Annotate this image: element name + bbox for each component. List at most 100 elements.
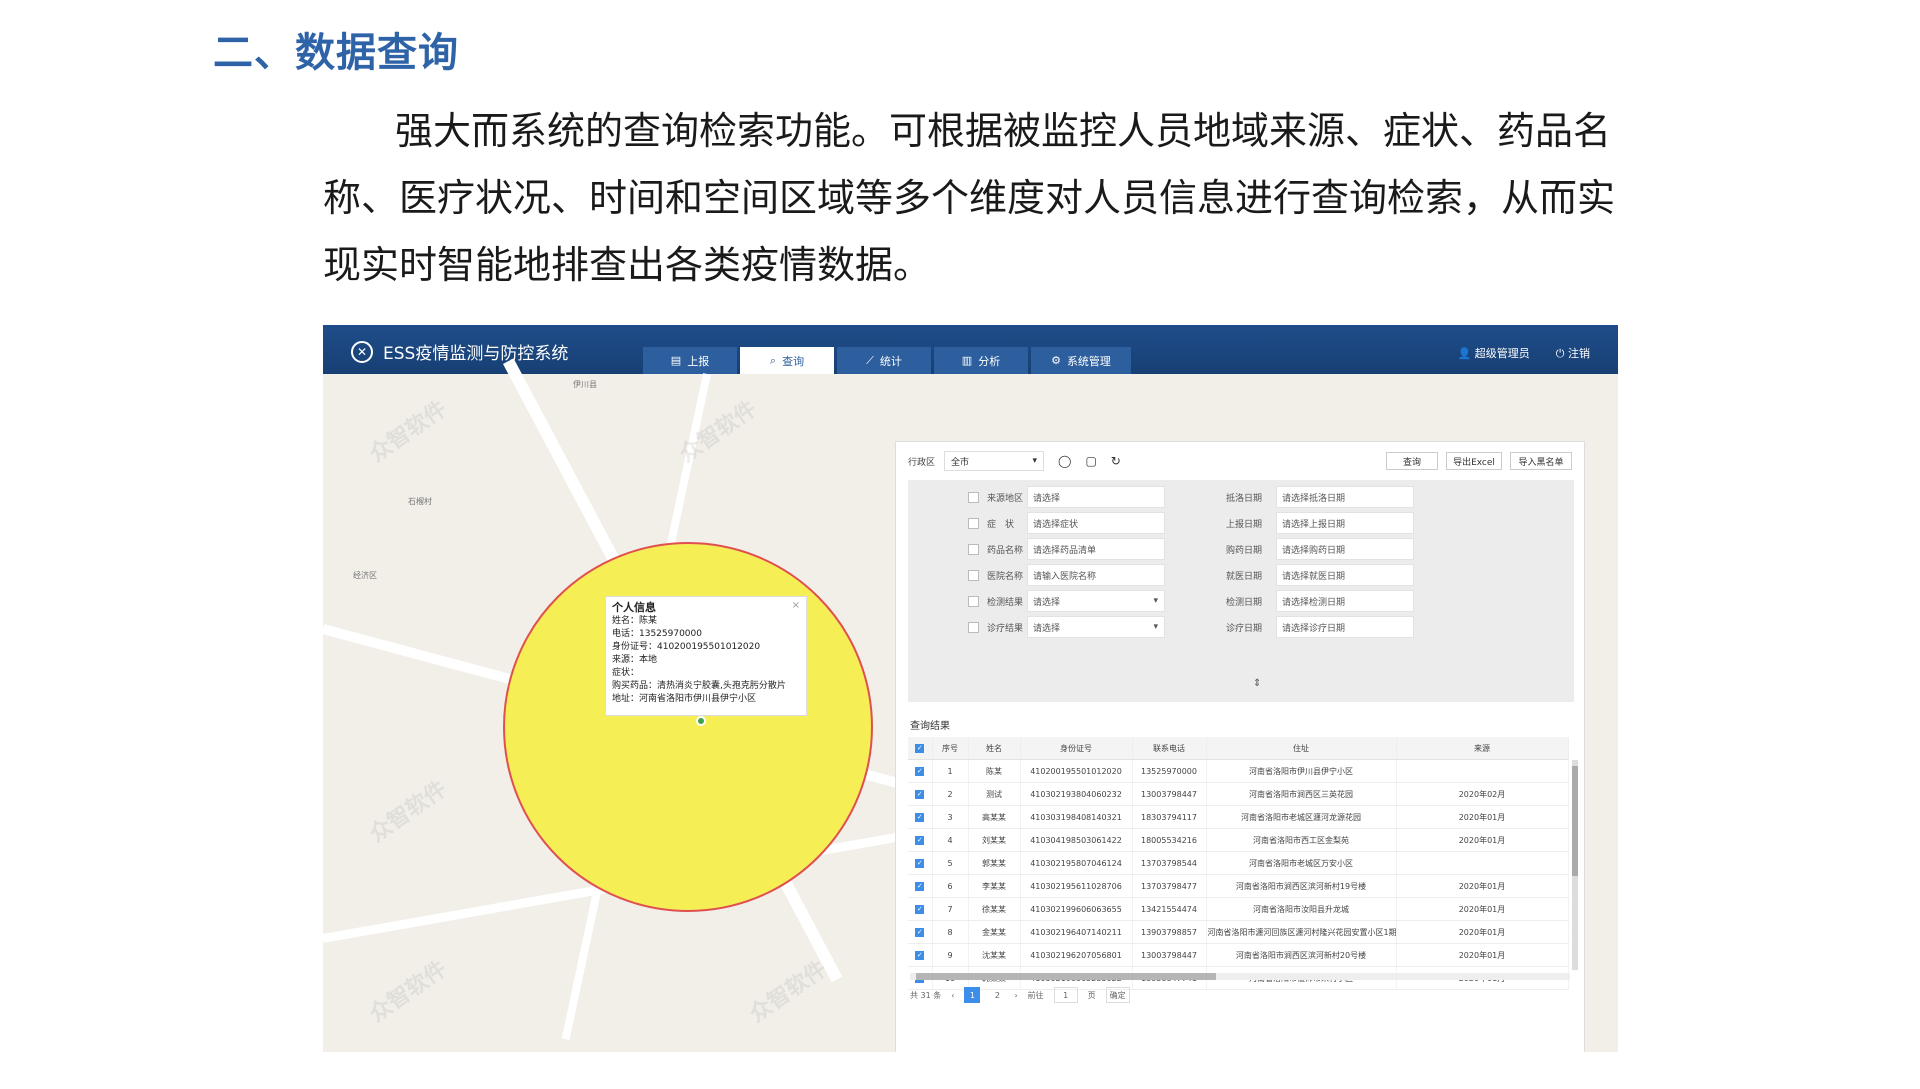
row-checkbox[interactable]: ✓ — [908, 828, 933, 852]
page-2-button[interactable]: 2 — [990, 988, 1004, 1002]
filter-row: 检测日期 请选择检测日期 — [1226, 590, 1414, 612]
table-cell: 4 — [932, 828, 969, 852]
user-menu[interactable]: 👤 超级管理员 — [1458, 345, 1530, 361]
popup-line: 电话：13525970000 — [612, 629, 702, 639]
filter-checkbox[interactable] — [968, 621, 979, 633]
tab-statistics[interactable]: ⟋ 统计 — [837, 347, 931, 374]
filter-checkbox[interactable] — [968, 595, 979, 607]
map-view[interactable]: 石榴村 伊川县 经济区 众智软件 众智软件 众智软件 众智软件 众智软件 个人信… — [323, 358, 1618, 1052]
report-date-field[interactable]: 请选择上报日期 — [1276, 512, 1414, 534]
user-area: 👤 超级管理员 ⏻ 注销 — [1458, 345, 1590, 361]
export-excel-button[interactable]: 导出Excel — [1446, 452, 1502, 470]
table-row[interactable]: ✓ 7 徐某某 410302199606063655 13421554474 河南省洛阳市… — [908, 897, 1569, 921]
table-cell: 13525970000 — [1132, 759, 1207, 783]
query-button[interactable]: 查询 — [1386, 452, 1438, 470]
hospital-name-field[interactable]: 请输入医院名称 — [1027, 564, 1165, 586]
field-placeholder: 请选择症状 — [1033, 519, 1079, 530]
table-cell: 13421554474 — [1132, 897, 1207, 921]
column-header: 联系电话 — [1132, 737, 1207, 760]
purchase-date-field[interactable]: 请选择购药日期 — [1276, 538, 1414, 560]
field-placeholder: 请输入医院名称 — [1033, 571, 1097, 582]
row-checkbox[interactable]: ✓ — [908, 851, 933, 875]
drug-name-field[interactable]: 请选择药品清单 — [1027, 538, 1165, 560]
filter-row: 药品名称 请选择药品清单 — [968, 538, 1165, 560]
table-cell: 18005534216 — [1132, 828, 1207, 852]
table-row[interactable]: ✓ 3 高某某 410303198408140321 18303794117 河南省洛阳市… — [908, 805, 1569, 829]
table-row[interactable]: ✓ 4 刘某某 410304198503061422 18005534216 河南省洛阳市… — [908, 828, 1569, 852]
table-row[interactable]: ✓ 6 李某某 410302195611028706 13703798477 河南省洛阳市… — [908, 874, 1569, 898]
close-icon[interactable]: × — [792, 599, 800, 612]
tab-label: 分析 — [978, 354, 1001, 368]
table-cell: 2020年02月 — [1396, 782, 1569, 806]
popup-line: 来源：本地 — [612, 655, 658, 665]
rect-select-icon[interactable]: ▢ — [1085, 454, 1096, 468]
filter-checkbox[interactable] — [968, 491, 979, 503]
filter-checkbox[interactable] — [968, 569, 979, 581]
cogs-icon: ⚙ — [1051, 354, 1061, 367]
table-row[interactable]: ✓ 8 金某某 410302196407140211 13903798857 河南省洛阳市… — [908, 920, 1569, 944]
row-checkbox[interactable]: ✓ — [908, 920, 933, 944]
select-all-checkbox[interactable]: ✓ — [908, 737, 933, 760]
watermark: 众智软件 — [745, 956, 832, 1028]
goto-confirm-button[interactable]: 确定 — [1105, 987, 1130, 1003]
logout-button[interactable]: ⏻ 注销 — [1556, 345, 1590, 361]
tab-query[interactable]: ⌕ 查询 — [740, 347, 834, 374]
tab-label: 查询 — [782, 354, 805, 368]
source-region-field[interactable]: 请选择 — [1027, 486, 1165, 508]
table-cell: 13003798447 — [1132, 943, 1207, 967]
region-value: 全市 — [951, 457, 970, 468]
row-checkbox[interactable]: ✓ — [908, 782, 933, 806]
filter-checkbox[interactable] — [968, 517, 979, 529]
filter-checkbox[interactable] — [968, 543, 979, 555]
test-result-select[interactable]: 请选择 ▾ — [1027, 590, 1165, 612]
table-cell: 河南省洛阳市汝阳县升龙城 — [1206, 897, 1397, 921]
field-placeholder: 请选择 — [1033, 493, 1061, 504]
visit-date-field[interactable]: 请选择就医日期 — [1276, 564, 1414, 586]
popup-line: 身份证号：410200195501012020 — [612, 642, 761, 652]
table-cell: 徐某某 — [968, 897, 1021, 921]
popup-line: 姓名：陈某 — [612, 616, 658, 626]
chevron-down-icon: ▾ — [1153, 596, 1158, 606]
clear-select-icon[interactable]: ↻ — [1111, 454, 1121, 468]
row-checkbox[interactable]: ✓ — [908, 874, 933, 898]
region-select[interactable]: 全市 ▾ — [944, 451, 1044, 471]
diagnosis-result-select[interactable]: 请选择 ▾ — [1027, 616, 1165, 638]
arrival-date-field[interactable]: 请选择抵洛日期 — [1276, 486, 1414, 508]
table-cell — [1396, 759, 1569, 783]
tab-analysis[interactable]: ▥ 分析 — [934, 347, 1028, 374]
row-checkbox[interactable]: ✓ — [908, 805, 933, 829]
table-row[interactable]: ✓ 2 测试 410302193804060232 13003798447 河南省洛阳市涧… — [908, 782, 1569, 806]
import-blacklist-button[interactable]: 导入黑名单 — [1510, 452, 1572, 470]
expand-toggle-icon[interactable]: ⇕ — [1253, 678, 1261, 689]
filter-row: 就医日期 请选择就医日期 — [1226, 564, 1414, 586]
tab-system-admin[interactable]: ⚙ 系统管理 — [1031, 347, 1131, 374]
symptom-field[interactable]: 请选择症状 — [1027, 512, 1165, 534]
table-cell: 河南省洛阳市老城区万安小区 — [1206, 851, 1397, 875]
diagnosis-date-field[interactable]: 请选择诊疗日期 — [1276, 616, 1414, 638]
test-date-field[interactable]: 请选择检测日期 — [1276, 590, 1414, 612]
row-checkbox[interactable]: ✓ — [908, 943, 933, 967]
vertical-scrollbar[interactable] — [1572, 760, 1578, 970]
prev-page-icon[interactable]: ‹ — [951, 991, 954, 1000]
file-icon: ▤ — [670, 354, 682, 367]
page-1-button[interactable]: 1 — [964, 987, 981, 1003]
query-panel: 行政区 全市 ▾ ◯ ▢ ↻ 查询 导出Excel 导入黑名单 来源地区 请选择 症… — [895, 441, 1585, 1052]
tab-report[interactable]: ▤ 上报 — [643, 347, 737, 374]
row-checkbox[interactable]: ✓ — [908, 897, 933, 921]
table-row[interactable]: ✓ 5 郭某某 410302195807046124 13703798544 河南省洛阳市… — [908, 851, 1569, 875]
scroll-thumb[interactable] — [1572, 766, 1578, 876]
next-page-icon[interactable]: › — [1014, 991, 1017, 1000]
table-cell: 410302196207056801 — [1020, 943, 1133, 967]
row-checkbox[interactable]: ✓ — [908, 759, 933, 783]
table-cell: 刘某某 — [968, 828, 1021, 852]
horizontal-scrollbar[interactable] — [910, 973, 1570, 980]
filter-row: 医院名称 请输入医院名称 — [968, 564, 1165, 586]
goto-page-input[interactable]: 1 — [1053, 987, 1078, 1003]
scroll-thumb[interactable] — [916, 973, 1216, 980]
filter-label: 药品名称 — [987, 545, 1024, 556]
location-marker-icon[interactable] — [696, 716, 706, 726]
table-row[interactable]: ✓ 9 沈某某 410302196207056801 13003798447 河南省洛阳市… — [908, 943, 1569, 967]
filter-label: 来源地区 — [987, 493, 1024, 504]
table-row[interactable]: ✓ 1 陈某 410200195501012020 13525970000 河南省洛阳市伊… — [908, 759, 1569, 783]
circle-select-icon[interactable]: ◯ — [1058, 454, 1071, 468]
